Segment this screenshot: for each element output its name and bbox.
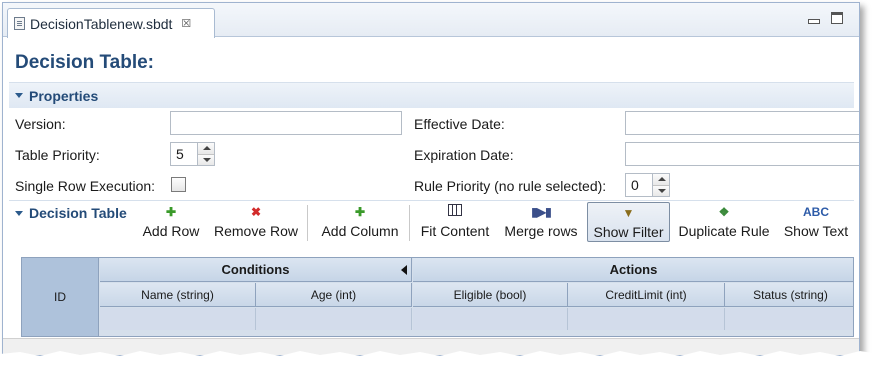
actions-group-header[interactable]: Actions: [413, 258, 853, 282]
conditions-header-label: Conditions: [221, 262, 290, 277]
column-header-status[interactable]: Status (string): [725, 283, 853, 307]
decrement-icon[interactable]: [653, 185, 669, 196]
single-row-execution-label: Single Row Execution:: [15, 178, 156, 194]
grid-icon: [448, 204, 462, 220]
column-header-eligible[interactable]: Eligible (bool): [413, 283, 568, 307]
editor-content: Decision Table: Properties Version: Effe…: [3, 38, 859, 355]
actions-header-label: Actions: [609, 262, 658, 277]
rule-priority-stepper[interactable]: 0: [625, 173, 670, 197]
id-column-header[interactable]: ID: [22, 258, 99, 336]
expand-triangle-icon[interactable]: [15, 210, 23, 216]
filter-cell[interactable]: [100, 308, 256, 330]
effective-date-input[interactable]: [625, 111, 859, 135]
rule-priority-label: Rule Priority (no rule selected):: [414, 178, 607, 194]
show-filter-button[interactable]: ▼ Show Filter: [587, 202, 670, 242]
merge-icon: ▮▶▮: [531, 205, 551, 219]
filter-cell[interactable]: [256, 308, 412, 330]
table-priority-label: Table Priority:: [15, 147, 100, 163]
add-column-label: Add Column: [321, 223, 399, 239]
add-column-button[interactable]: ✚ Add Column: [315, 202, 405, 242]
expiration-date-input[interactable]: [625, 142, 859, 166]
decrement-icon[interactable]: [198, 154, 214, 165]
rule-priority-value[interactable]: 0: [625, 173, 652, 197]
plus-icon: ✚: [165, 205, 177, 219]
section-divider: [9, 200, 854, 201]
version-label: Version:: [15, 116, 66, 132]
torn-edge-decoration: [0, 351, 879, 372]
add-row-button[interactable]: ✚ Add Row: [138, 202, 204, 242]
merge-rows-label: Merge rows: [504, 223, 578, 239]
version-input[interactable]: [170, 111, 402, 135]
x-icon: ✖: [250, 205, 262, 219]
table-priority-stepper[interactable]: 5: [170, 142, 215, 166]
maximize-icon[interactable]: [831, 12, 843, 24]
remove-row-label: Remove Row: [213, 223, 299, 239]
minimize-icon[interactable]: [807, 12, 820, 24]
toolbar-separator: [409, 205, 410, 241]
toolbar-separator: [307, 205, 308, 241]
conditions-group-header[interactable]: Conditions: [100, 258, 412, 282]
column-header-name[interactable]: Name (string): [100, 283, 256, 307]
duplicate-rule-label: Duplicate Rule: [678, 223, 770, 239]
tab-title: DecisionTablenew.sbdt: [30, 15, 173, 32]
show-text-label: Show Text: [783, 223, 849, 239]
column-header-age[interactable]: Age (int): [256, 283, 412, 307]
duplicate-icon: ❖: [718, 205, 730, 219]
add-row-label: Add Row: [142, 223, 200, 239]
decision-table-section-header[interactable]: Decision Table: [9, 202, 129, 224]
filter-cell[interactable]: [725, 308, 853, 330]
page-title: Decision Table:: [15, 52, 155, 73]
duplicate-rule-button[interactable]: ❖ Duplicate Rule: [674, 202, 774, 242]
filter-cell[interactable]: [568, 308, 725, 330]
decision-table-grid[interactable]: ID Conditions Actions Name (string) Age …: [21, 257, 854, 337]
filter-cell[interactable]: [413, 308, 568, 330]
collapse-left-icon[interactable]: [401, 265, 407, 275]
close-tab-icon[interactable]: ☒: [181, 17, 191, 30]
editor-tab[interactable]: DecisionTablenew.sbdt ☒: [7, 8, 215, 38]
abc-icon: ABC: [803, 205, 829, 219]
expiration-date-label: Expiration Date:: [414, 147, 514, 163]
properties-section-title: Properties: [29, 87, 99, 104]
expand-triangle-icon[interactable]: [15, 93, 23, 98]
single-row-execution-checkbox[interactable]: [171, 177, 186, 192]
filter-icon: ▼: [622, 206, 635, 220]
stepper-buttons: [197, 142, 215, 166]
editor-tab-bar: DecisionTablenew.sbdt ☒: [3, 3, 859, 38]
plus-icon: ✚: [354, 205, 366, 219]
remove-row-button[interactable]: ✖ Remove Row: [209, 202, 303, 242]
editor-window: DecisionTablenew.sbdt ☒ Decision Table: …: [2, 2, 860, 356]
effective-date-label: Effective Date:: [414, 116, 505, 132]
file-icon: [14, 17, 25, 30]
show-filter-label: Show Filter: [593, 224, 664, 240]
increment-icon[interactable]: [653, 174, 669, 186]
column-header-credit-limit[interactable]: CreditLimit (int): [568, 283, 725, 307]
fit-content-label: Fit Content: [420, 223, 490, 239]
show-text-button[interactable]: ABC Show Text: [779, 202, 853, 242]
decision-table-section-title: Decision Table: [29, 205, 127, 221]
properties-section-header[interactable]: Properties: [9, 82, 854, 108]
increment-icon[interactable]: [198, 143, 214, 155]
merge-rows-button[interactable]: ▮▶▮ Merge rows: [500, 202, 582, 242]
fit-content-button[interactable]: Fit Content: [415, 202, 495, 242]
table-priority-value[interactable]: 5: [170, 142, 197, 166]
stepper-buttons: [652, 173, 670, 197]
